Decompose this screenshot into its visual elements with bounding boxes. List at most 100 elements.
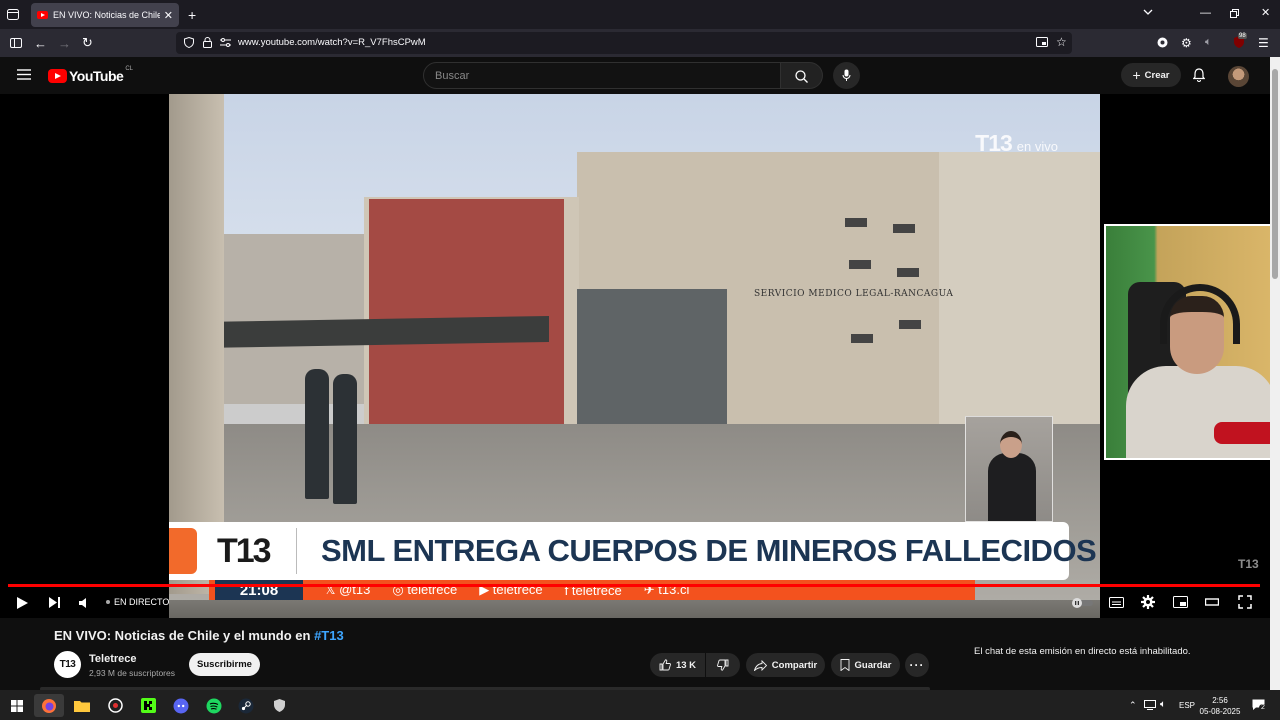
autoplay-icon	[1072, 598, 1093, 608]
streamer-facecam	[1104, 224, 1270, 460]
firefox-icon	[42, 698, 56, 713]
steelseries-icon	[107, 698, 123, 713]
volume-icon	[79, 598, 86, 608]
youtube-logo[interactable]: YouTube CL	[48, 66, 133, 84]
active-tab[interactable]: EN VIVO: Noticias de Chile y el ✕	[31, 3, 179, 27]
share-button[interactable]: Compartir	[746, 653, 825, 677]
extension-circle-icon[interactable]	[1157, 37, 1168, 48]
voice-search-button[interactable]	[833, 62, 860, 89]
browser-nav-bar: ← → ↻ www.youtube.com/watch?v=R_V7FhsCPw…	[0, 29, 1280, 57]
notification-count: 2	[1259, 704, 1267, 711]
reload-icon[interactable]: ↻	[82, 36, 93, 49]
search-button[interactable]	[781, 62, 823, 89]
input-language[interactable]: ESP	[1179, 701, 1195, 710]
address-bar[interactable]: www.youtube.com/watch?v=R_V7FhsCPwM ☆	[176, 32, 1072, 54]
hoodie	[1126, 366, 1270, 458]
dislike-button[interactable]	[706, 653, 740, 677]
hashtag-link[interactable]: #T13	[314, 628, 344, 643]
channel-avatar[interactable]: T13	[54, 651, 81, 678]
theater-mode-button[interactable]	[1205, 597, 1219, 607]
page-scrollbar[interactable]	[1270, 57, 1280, 690]
create-button[interactable]: + Crear	[1121, 63, 1181, 87]
taskbar-spotify[interactable]	[199, 694, 229, 717]
youtube-play-logo-icon	[48, 69, 67, 83]
scrollbar-thumb[interactable]	[1272, 69, 1278, 279]
video-glass-entrance	[577, 289, 727, 424]
live-indicator[interactable]: EN DIRECTO	[106, 597, 169, 607]
settings-button[interactable]	[1141, 595, 1155, 609]
youtube-favicon-icon	[37, 11, 48, 19]
taskbar-steelseries[interactable]	[100, 694, 130, 717]
subscribe-button[interactable]: Suscribirme	[189, 653, 260, 676]
share-icon	[753, 659, 767, 671]
account-avatar[interactable]	[1228, 66, 1249, 87]
network-icon[interactable]	[1144, 700, 1156, 710]
search-input[interactable]: Buscar	[423, 62, 781, 89]
permissions-icon[interactable]	[220, 38, 231, 47]
notifications-bell-icon[interactable]	[1193, 68, 1205, 82]
youtube-header: YouTube CL Buscar + Crear	[0, 57, 1270, 94]
microphone	[1214, 422, 1270, 444]
bookmark-icon	[840, 659, 849, 671]
start-button[interactable]	[2, 694, 32, 717]
notification-center-icon[interactable]: 2	[1252, 699, 1267, 711]
autoplay-toggle[interactable]	[1072, 598, 1093, 608]
video-frame[interactable]: SERVICIO MEDICO LEGAL-RANCAGUA T13 en viv…	[169, 94, 1100, 618]
show-hidden-icons-icon[interactable]: ⌃	[1129, 701, 1137, 710]
taskbar-discord[interactable]	[166, 694, 196, 717]
menu-hamburger-icon[interactable]: ☰	[1258, 37, 1269, 49]
taskbar-steam[interactable]	[231, 694, 261, 717]
news-lower-third: T13 SML ENTREGA CUERPOS DE MINEROS FALLE…	[169, 522, 1097, 580]
tracking-shield-icon[interactable]	[184, 37, 194, 48]
subtitles-icon	[1109, 597, 1124, 608]
list-all-tabs-icon[interactable]	[1143, 9, 1153, 16]
new-tab-icon[interactable]: +	[188, 8, 196, 22]
tab-list-icon[interactable]	[7, 9, 19, 20]
lock-icon[interactable]	[203, 37, 212, 48]
fullscreen-button[interactable]	[1238, 595, 1252, 609]
like-button[interactable]: 13 K	[650, 653, 705, 677]
close-tab-icon[interactable]: ✕	[164, 9, 173, 22]
clock-time: 2:56	[1212, 696, 1228, 705]
search-placeholder: Buscar	[435, 70, 470, 82]
more-actions-button[interactable]: ···	[905, 653, 929, 677]
t13-logo: T13	[169, 522, 296, 580]
speaker-icon[interactable]: 🔈︎	[1205, 37, 1212, 48]
next-icon	[49, 597, 60, 608]
search-icon	[795, 70, 808, 83]
video-brick-wall	[369, 199, 564, 424]
spotify-icon	[206, 698, 222, 713]
guide-menu-icon[interactable]	[17, 69, 31, 80]
subtitles-button[interactable]	[1109, 597, 1124, 608]
building-sign: SERVICIO MEDICO LEGAL-RANCAGUA	[754, 289, 954, 299]
mute-button[interactable]	[78, 597, 91, 609]
ublock-icon[interactable]: 98	[1232, 33, 1247, 49]
progress-fill	[8, 584, 1260, 587]
video-player[interactable]: SERVICIO MEDICO LEGAL-RANCAGUA T13 en viv…	[0, 94, 1270, 618]
close-window-icon[interactable]: ✕	[1261, 8, 1270, 19]
next-button[interactable]	[48, 596, 61, 609]
picture-in-picture-icon[interactable]	[1036, 37, 1048, 47]
sidebar-icon[interactable]	[10, 38, 22, 48]
window	[851, 334, 873, 343]
windows-taskbar: ⌃ 🔈︎ ESP 2:56 05-08-2025 2	[0, 690, 1280, 720]
url-text: www.youtube.com/watch?v=R_V7FhsCPwM	[238, 37, 426, 48]
miniplayer-button[interactable]	[1173, 596, 1188, 608]
news-headline: SML ENTREGA CUERPOS DE MINEROS FALLECIDO…	[321, 533, 1097, 568]
miniplayer-icon	[1173, 596, 1188, 608]
restore-icon[interactable]	[1230, 9, 1239, 18]
bookmark-star-icon[interactable]: ☆	[1056, 36, 1067, 48]
chat-disabled-message: El chat de esta emisión en directo está …	[974, 646, 1191, 657]
taskbar-file-explorer[interactable]	[67, 694, 97, 717]
play-button[interactable]	[16, 596, 29, 610]
extensions-puzzle-icon[interactable]: ⚙	[1181, 37, 1192, 49]
taskbar-clock[interactable]: 2:56 05-08-2025	[1196, 695, 1244, 717]
taskbar-kick[interactable]	[133, 694, 163, 717]
back-icon[interactable]: ←	[34, 37, 47, 50]
save-button[interactable]: Guardar	[831, 653, 900, 677]
taskbar-firefox[interactable]	[34, 694, 64, 717]
volume-tray-icon[interactable]: 🔈︎	[1160, 700, 1166, 710]
taskbar-app-shield[interactable]	[264, 694, 294, 717]
minimize-icon[interactable]: —	[1200, 8, 1211, 19]
channel-name[interactable]: Teletrece	[89, 653, 137, 665]
